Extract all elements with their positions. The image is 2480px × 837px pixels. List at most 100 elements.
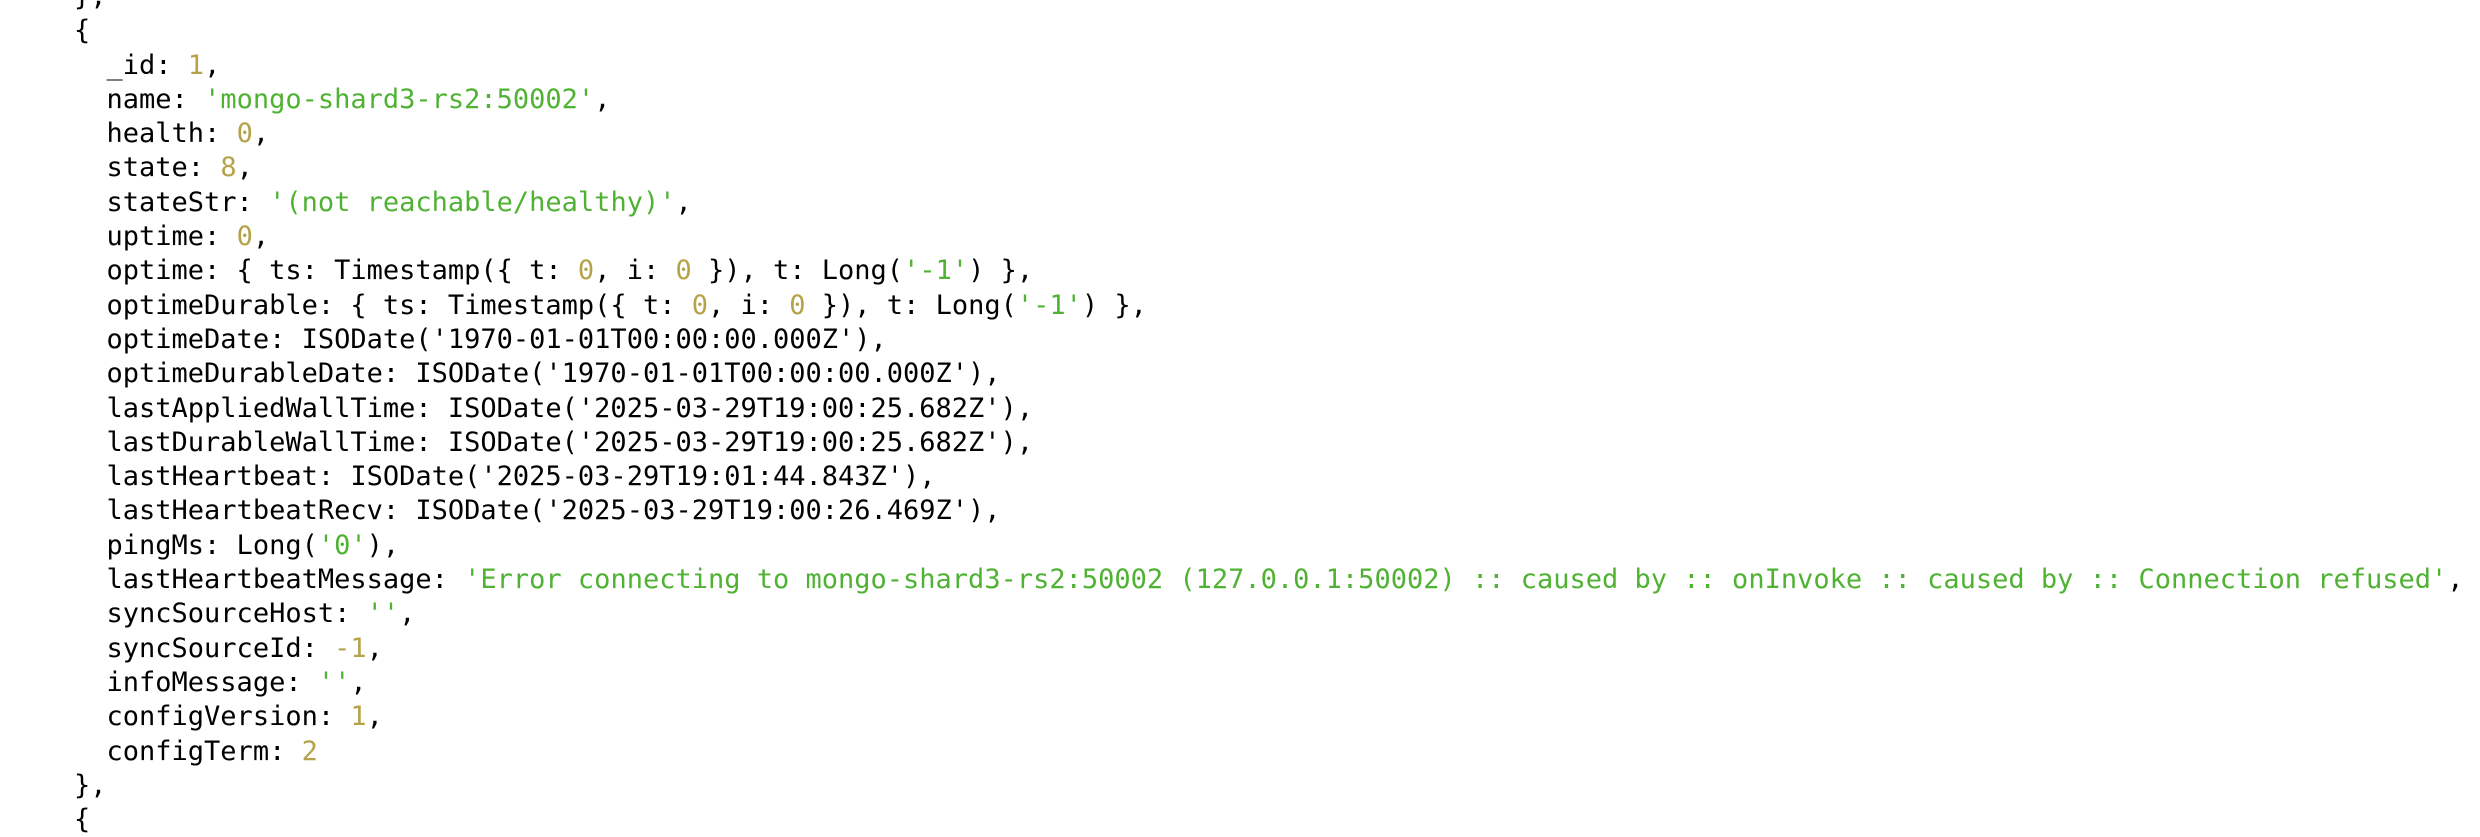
code-token: , i: [594, 255, 676, 287]
code-token: }), t: Long( [691, 255, 904, 287]
code-line: configVersion: 1, [74, 700, 2474, 734]
code-token: { [74, 804, 91, 836]
number-token: 1 [187, 49, 205, 81]
code-line: optimeDate: ISODate('1970-01-01T00:00:00… [74, 323, 2474, 357]
code-token: , [366, 632, 383, 664]
number-token: 0 [691, 289, 708, 321]
code-token: }, [74, 0, 107, 12]
code-line: lastHeartbeat: ISODate('2025-03-29T19:01… [74, 460, 2474, 494]
code-token: { [74, 15, 91, 47]
number-token: 0 [236, 221, 253, 253]
code-line: lastHeartbeatMessage: 'Error connecting … [74, 563, 2474, 597]
code-token: , [204, 49, 221, 81]
code-token: }, [74, 769, 107, 801]
code-line: optimeDurable: { ts: Timestamp({ t: 0, i… [74, 289, 2474, 323]
code-token: syncSourceId: [106, 632, 335, 664]
code-token: lastHeartbeatMessage: [106, 564, 465, 596]
code-token: ) }, [1081, 289, 1147, 321]
code-token: ), [366, 529, 400, 561]
number-token: 0 [577, 255, 595, 287]
string-token: '-1' [1016, 289, 1082, 321]
number-token: 8 [220, 152, 237, 184]
code-token: optime: { ts: Timestamp({ t: [106, 255, 578, 287]
code-line: { [74, 803, 2474, 837]
code-token: lastAppliedWallTime: ISODate('2025-03-29… [106, 392, 1034, 424]
code-token: , [366, 701, 383, 733]
code-token: configVersion: [106, 701, 351, 733]
string-token: 'mongo-shard3-rs2:50002' [204, 83, 595, 115]
string-token: '' [366, 598, 400, 630]
number-token: 0 [675, 255, 692, 287]
code-token: pingMs: Long( [106, 529, 318, 561]
code-token: , [252, 221, 270, 253]
code-line: stateStr: '(not reachable/healthy)', [74, 186, 2474, 220]
code-line: uptime: 0, [74, 220, 2474, 254]
code-token: syncSourceHost: [106, 598, 367, 630]
code-token: optimeDurableDate: ISODate('1970-01-01T0… [106, 358, 1001, 390]
code-token: stateStr: [106, 186, 270, 218]
code-token: , [399, 598, 416, 630]
code-line: name: 'mongo-shard3-rs2:50002', [74, 83, 2474, 117]
code-line: optime: { ts: Timestamp({ t: 0, i: 0 }),… [74, 254, 2474, 288]
code-line: _id: 1, [74, 49, 2474, 83]
string-token: '0' [317, 529, 367, 561]
code-token: infoMessage: [106, 666, 318, 698]
number-token: 2 [301, 735, 318, 767]
code-token: state: [106, 152, 221, 184]
number-token: -1 [334, 632, 367, 664]
code-token: name: [106, 83, 205, 115]
code-token: , [350, 666, 367, 698]
string-token: '(not reachable/healthy)' [269, 186, 676, 218]
code-line: configTerm: 2 [74, 735, 2474, 769]
string-token: 'Error connecting to mongo-shard3-rs2:50… [464, 564, 2448, 596]
code-line: pingMs: Long('0'), [74, 529, 2474, 563]
code-token: lastHeartbeat: ISODate('2025-03-29T19:01… [106, 461, 936, 493]
number-token: 0 [789, 289, 806, 321]
string-token: '-1' [903, 255, 969, 287]
number-token: 0 [236, 118, 253, 150]
terminal-output[interactable]: },{ _id: 1, name: 'mongo-shard3-rs2:5000… [74, 0, 2474, 837]
code-line: lastHeartbeatRecv: ISODate('2025-03-29T1… [74, 494, 2474, 528]
code-line: optimeDurableDate: ISODate('1970-01-01T0… [74, 357, 2474, 391]
code-token: _id: [106, 49, 188, 81]
code-line: infoMessage: '', [74, 666, 2474, 700]
code-token: }), t: Long( [805, 289, 1017, 321]
code-line: syncSourceHost: '', [74, 597, 2474, 631]
code-line: }, [74, 0, 2474, 14]
code-line: { [74, 14, 2474, 48]
code-token: health: [106, 118, 237, 150]
code-token: , [675, 186, 692, 218]
code-token: ) }, [968, 255, 1034, 287]
code-token: lastHeartbeatRecv: ISODate('2025-03-29T1… [106, 495, 1001, 527]
code-token: , [2447, 564, 2464, 596]
code-token: , [594, 83, 611, 115]
code-token: optimeDate: ISODate('1970-01-01T00:00:00… [106, 323, 887, 355]
code-line: lastAppliedWallTime: ISODate('2025-03-29… [74, 392, 2474, 426]
code-token: configTerm: [106, 735, 302, 767]
code-token: , i: [707, 289, 790, 321]
code-token: optimeDurable: { ts: Timestamp({ t: [106, 289, 692, 321]
code-token: , [252, 118, 270, 150]
code-token: uptime: [106, 221, 237, 253]
code-line: syncSourceId: -1, [74, 632, 2474, 666]
